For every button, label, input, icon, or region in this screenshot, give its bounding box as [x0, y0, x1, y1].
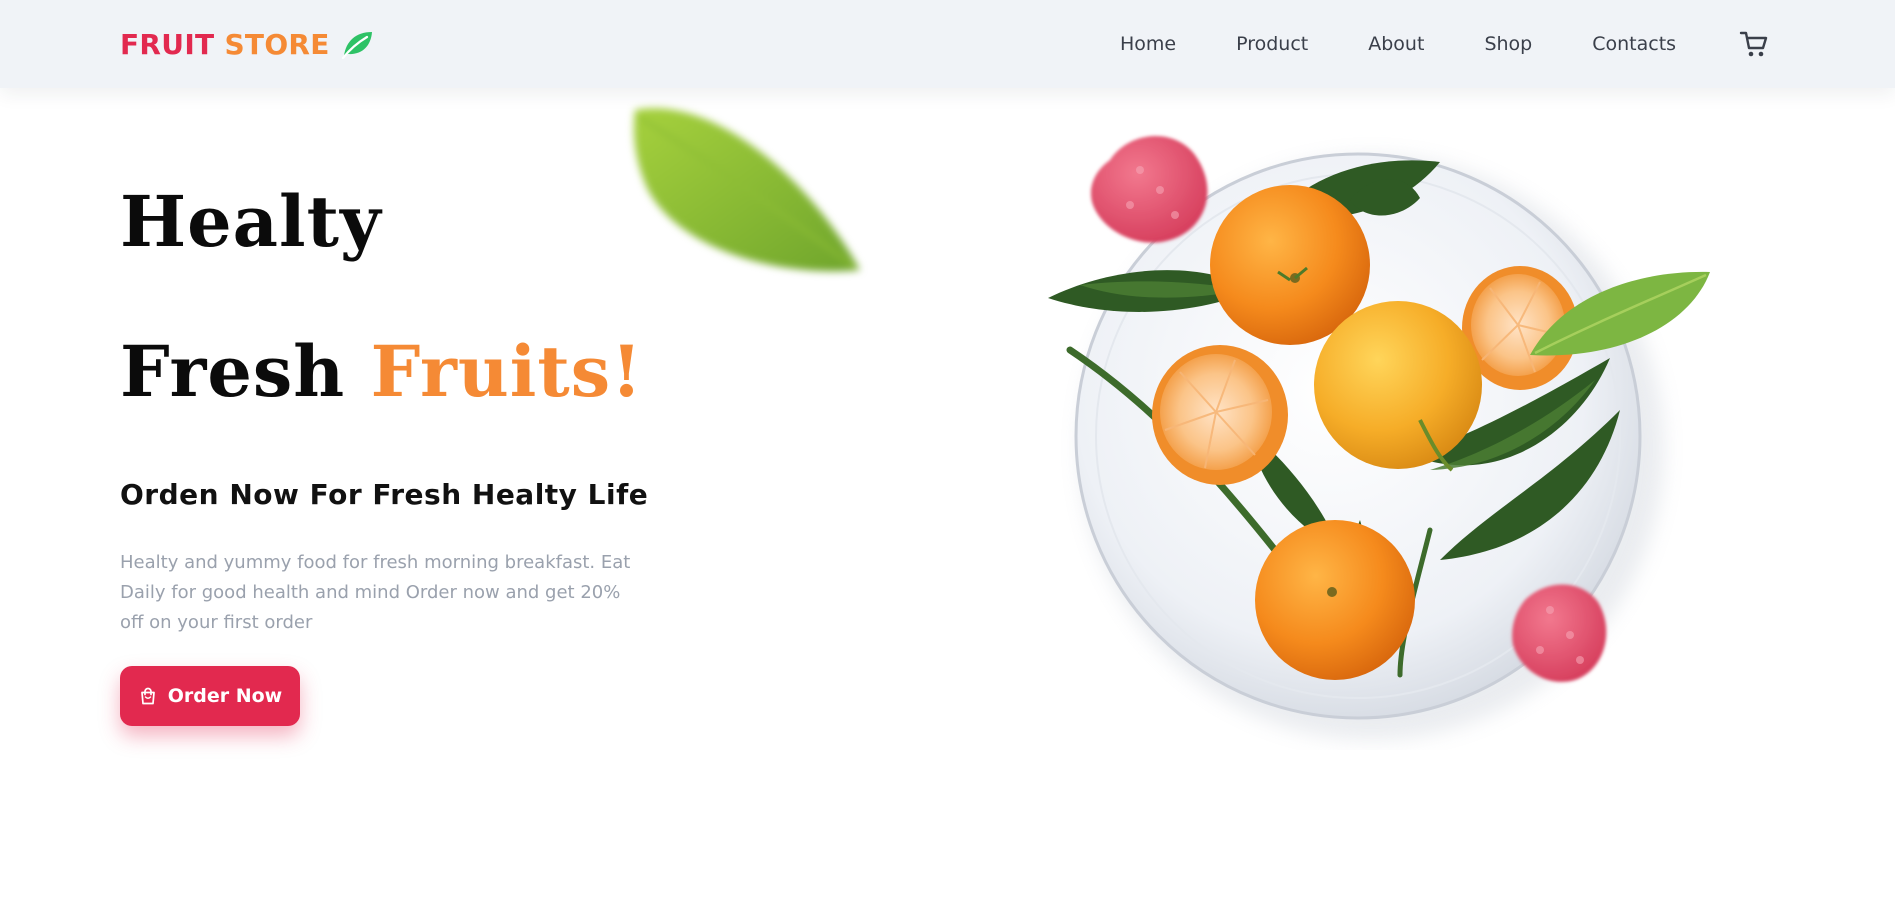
cart-icon[interactable] [1738, 28, 1770, 60]
hero-title-line2: Fresh Fruits! [120, 330, 643, 413]
blurred-leaf-image [633, 108, 860, 272]
order-now-label: Order Now [167, 685, 283, 707]
hero-title-line1: Healty [120, 180, 382, 263]
nav-item-contacts[interactable]: Contacts [1592, 33, 1676, 55]
nav-item-about[interactable]: About [1368, 33, 1424, 55]
brand-name-part1: FRUIT [120, 27, 215, 61]
brand-name-part2: STORE [224, 27, 330, 61]
main-nav: Home Product About Shop Contacts [1120, 24, 1676, 64]
nav-item-home[interactable]: Home [1120, 33, 1176, 55]
nav-item-product[interactable]: Product [1236, 33, 1308, 55]
nav-item-shop[interactable]: Shop [1484, 33, 1532, 55]
order-now-button[interactable]: Order Now [120, 666, 300, 726]
brand-logo[interactable]: FRUIT STORE [120, 24, 374, 64]
hero-title-plain: Fresh [120, 330, 371, 413]
hero-title-accent: Fruits! [370, 330, 643, 413]
shopping-bag-icon [140, 687, 155, 705]
hero-description: Healty and yummy food for fresh morning … [120, 552, 631, 633]
plate-of-oranges-image [1048, 136, 1710, 740]
leaf-icon [341, 32, 372, 59]
hero-subheading: Orden Now For Fresh Healty Life [120, 478, 649, 511]
navbar: FRUIT STORE Home Product About Shop Cont… [0, 0, 1895, 88]
